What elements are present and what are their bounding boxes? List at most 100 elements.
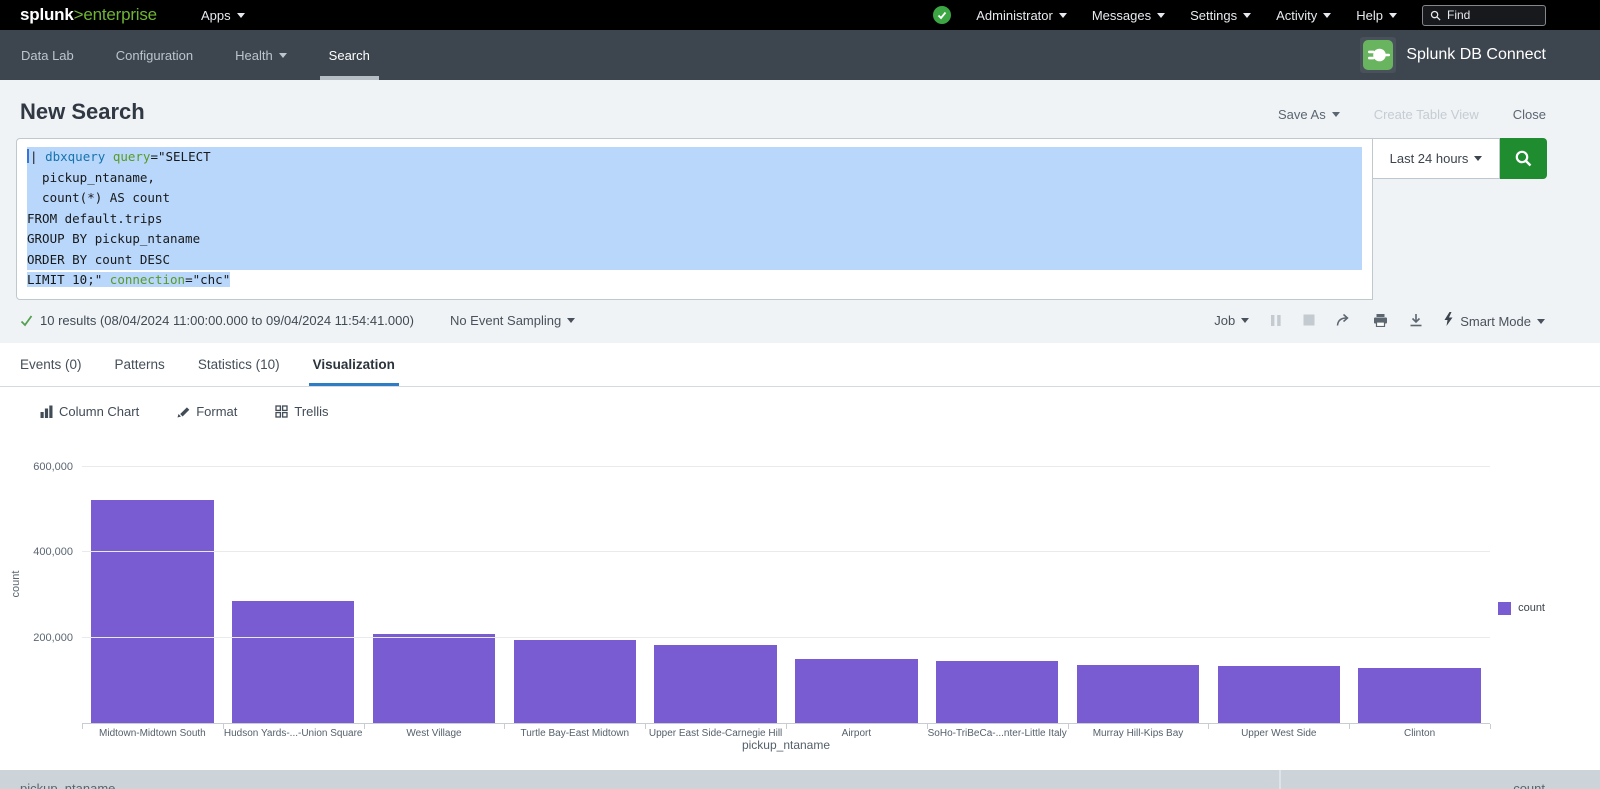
save-as-label: Save As <box>1278 107 1326 122</box>
column-header-pickup-ntaname[interactable]: pickup_ntaname <box>0 770 1281 789</box>
header-actions: Save As Create Table View Close <box>1278 107 1546 122</box>
export-icon[interactable] <box>1409 313 1423 327</box>
y-axis-title: count <box>10 554 22 614</box>
run-search-button[interactable] <box>1500 138 1547 179</box>
chart-bars <box>82 467 1490 724</box>
legend-swatch <box>1498 602 1511 615</box>
chart-bar[interactable] <box>795 659 917 724</box>
find-search-input[interactable]: Find <box>1422 5 1546 26</box>
x-axis-tick <box>1490 724 1491 729</box>
visualization-controls: Column Chart Format Trellis <box>0 387 1600 438</box>
splunk-db-connect-search-page: splunk>enterprise Apps Administrator Mes… <box>0 0 1600 789</box>
close-button[interactable]: Close <box>1513 107 1546 122</box>
check-icon <box>937 10 947 20</box>
y-tick-label: 200,000 <box>33 632 73 644</box>
bar-cell <box>82 500 223 724</box>
tab-label: Statistics (10) <box>198 357 280 372</box>
pause-job-icon[interactable] <box>1270 314 1282 327</box>
x-axis-tick <box>223 724 224 729</box>
logo-brand: splunk <box>20 5 74 24</box>
nav-item-search[interactable]: Search <box>308 30 391 80</box>
bar-cell <box>1068 665 1209 723</box>
find-placeholder: Find <box>1447 8 1470 22</box>
tab-label: Patterns <box>115 357 165 372</box>
splunk-topbar: splunk>enterprise Apps Administrator Mes… <box>0 0 1600 30</box>
search-query-input[interactable]: | dbxquery query="SELECT pickup_ntaname,… <box>16 138 1373 300</box>
chart-bar[interactable] <box>1077 665 1199 723</box>
chevron-down-icon <box>1332 112 1340 117</box>
print-icon[interactable] <box>1373 313 1388 327</box>
chart-type-picker[interactable]: Column Chart <box>40 404 139 419</box>
save-as-button[interactable]: Save As <box>1278 107 1340 122</box>
x-axis-tick <box>786 724 787 729</box>
settings-menu-label: Settings <box>1190 8 1237 23</box>
query-line: ORDER BY count DESC <box>27 250 1362 271</box>
tab-patterns[interactable]: Patterns <box>115 343 165 386</box>
chart-bar[interactable] <box>373 634 495 724</box>
chart-legend[interactable]: count <box>1498 602 1545 615</box>
chart-bar[interactable] <box>936 661 1058 723</box>
time-range-picker[interactable]: Last 24 hours <box>1373 138 1500 179</box>
chart-bar[interactable] <box>654 645 776 723</box>
app-navbar: Data Lab Configuration Health Search Spl… <box>0 30 1600 80</box>
nav-label: Search <box>329 48 370 63</box>
job-menu[interactable]: Job <box>1214 313 1249 328</box>
trellis-button[interactable]: Trellis <box>275 404 328 419</box>
trellis-grid-icon <box>275 405 288 418</box>
administrator-menu-label: Administrator <box>976 8 1053 23</box>
format-button[interactable]: Format <box>177 404 237 419</box>
administrator-menu[interactable]: Administrator <box>976 8 1067 23</box>
chevron-down-icon <box>1243 13 1251 18</box>
trellis-label: Trellis <box>294 404 328 419</box>
job-done-check-icon <box>20 314 33 327</box>
search-icon <box>1514 149 1533 168</box>
splunk-enterprise-logo[interactable]: splunk>enterprise <box>20 5 157 25</box>
help-menu[interactable]: Help <box>1356 8 1397 23</box>
bar-cell <box>223 601 364 724</box>
query-line: | dbxquery query="SELECT <box>27 147 1362 168</box>
chart-bar[interactable] <box>1358 668 1480 723</box>
nav-item-configuration[interactable]: Configuration <box>95 30 214 80</box>
y-tick-label: 400,000 <box>33 546 73 558</box>
health-status-icon[interactable] <box>933 6 951 24</box>
chevron-down-icon <box>1241 318 1249 323</box>
x-axis-tick <box>1068 724 1069 729</box>
x-axis-tick <box>645 724 646 729</box>
chart-bar[interactable] <box>514 640 636 724</box>
time-range-label: Last 24 hours <box>1390 151 1469 166</box>
nav-item-health[interactable]: Health <box>214 30 308 80</box>
nav-label: Data Lab <box>21 48 74 63</box>
tab-events[interactable]: Events (0) <box>20 343 82 386</box>
column-header-count[interactable]: count <box>1281 770 1600 789</box>
results-tabs: Events (0) Patterns Statistics (10) Visu… <box>0 343 1600 387</box>
y-tick-label: 600,000 <box>33 461 73 473</box>
share-icon[interactable] <box>1336 313 1352 327</box>
chevron-down-icon <box>1474 156 1482 161</box>
stop-job-icon[interactable] <box>1303 314 1315 326</box>
settings-menu[interactable]: Settings <box>1190 8 1251 23</box>
search-bar: | dbxquery query="SELECT pickup_ntaname,… <box>16 138 1547 300</box>
legend-label: count <box>1518 602 1545 614</box>
apps-menu[interactable]: Apps <box>201 8 245 23</box>
event-sampling-menu[interactable]: No Event Sampling <box>450 313 575 328</box>
x-axis-tick <box>927 724 928 729</box>
logo-product: enterprise <box>83 5 157 24</box>
messages-menu[interactable]: Messages <box>1092 8 1165 23</box>
tab-statistics[interactable]: Statistics (10) <box>198 343 280 386</box>
chevron-down-icon <box>237 13 245 18</box>
activity-menu-label: Activity <box>1276 8 1317 23</box>
activity-menu[interactable]: Activity <box>1276 8 1331 23</box>
search-mode-menu[interactable]: Smart Mode <box>1444 312 1545 329</box>
bar-cell <box>645 645 786 723</box>
search-region: New Search Save As Create Table View Clo… <box>0 80 1600 343</box>
query-line: FROM default.trips <box>27 209 1362 230</box>
tab-visualization[interactable]: Visualization <box>313 343 395 386</box>
chart-bar[interactable] <box>232 601 354 724</box>
pencil-icon <box>177 405 190 418</box>
x-axis-tick <box>82 724 83 729</box>
chart-bar[interactable] <box>91 500 213 724</box>
app-title: Splunk DB Connect <box>1406 46 1546 64</box>
chart-bar[interactable] <box>1218 666 1340 724</box>
search-icon <box>1430 10 1441 21</box>
nav-item-data-lab[interactable]: Data Lab <box>0 30 95 80</box>
